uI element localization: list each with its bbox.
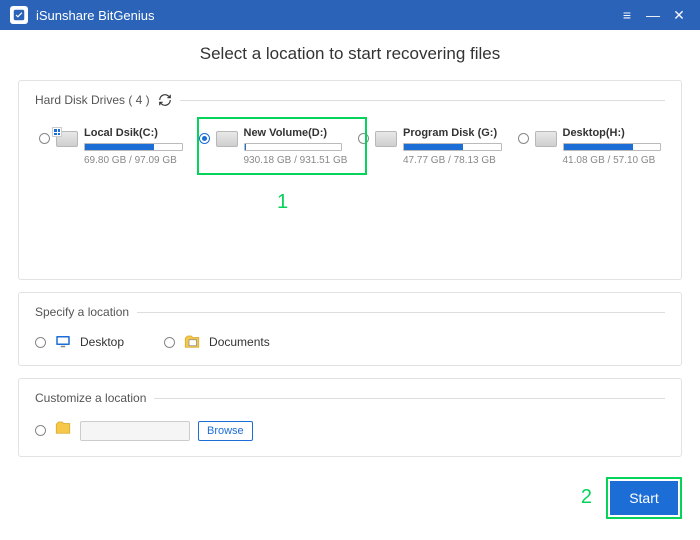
annotation-num-1: 1: [277, 191, 288, 214]
titlebar: iSunshare BitGenius ≡ — ✕: [0, 0, 700, 30]
drive-option[interactable]: Desktop(H:) 41.08 GB / 57.10 GB: [514, 121, 666, 172]
disk-icon: [56, 131, 78, 147]
app-title: iSunshare BitGenius: [36, 8, 155, 23]
disk-icon: [535, 131, 557, 147]
usage-bar: [84, 143, 183, 151]
drive-option[interactable]: Local Dsik(C:) 69.80 GB / 97.09 GB: [35, 121, 187, 172]
footer: 2 Start: [18, 469, 682, 515]
usage-bar: [244, 143, 343, 151]
drive-option[interactable]: New Volume(D:) 930.18 GB / 931.51 GB: [195, 121, 347, 172]
drives-panel: Hard Disk Drives ( 4 ) Local Dsik(C:) 69.…: [18, 80, 682, 280]
usage-bar: [563, 143, 662, 151]
drive-name: Program Disk (G:): [403, 127, 502, 139]
drive-name: Local Dsik(C:): [84, 127, 183, 139]
custom-path-input[interactable]: [80, 421, 190, 441]
desktop-icon: [54, 333, 72, 351]
browse-button[interactable]: Browse: [198, 421, 253, 441]
documents-label: Documents: [209, 335, 270, 349]
drives-label: Hard Disk Drives ( 4 ): [35, 93, 150, 107]
radio-icon: [35, 337, 46, 348]
customize-panel: Customize a location Browse: [18, 378, 682, 457]
radio-icon: [358, 133, 369, 144]
drive-size: 47.77 GB / 78.13 GB: [403, 155, 502, 166]
close-button[interactable]: ✕: [666, 0, 692, 30]
drive-name: New Volume(D:): [244, 127, 343, 139]
start-button[interactable]: Start: [610, 481, 678, 515]
disk-icon: [375, 131, 397, 147]
folder-icon: [54, 419, 72, 442]
specify-panel: Specify a location Desktop Documents: [18, 292, 682, 366]
drive-size: 930.18 GB / 931.51 GB: [244, 155, 343, 166]
disk-icon: [216, 131, 238, 147]
drive-name: Desktop(H:): [563, 127, 662, 139]
drive-size: 69.80 GB / 97.09 GB: [84, 155, 183, 166]
drive-size: 41.08 GB / 57.10 GB: [563, 155, 662, 166]
specify-label: Specify a location: [35, 305, 129, 319]
radio-icon[interactable]: [35, 425, 46, 436]
minimize-button[interactable]: —: [640, 0, 666, 30]
usage-bar: [403, 143, 502, 151]
radio-icon: [164, 337, 175, 348]
documents-icon: [183, 333, 201, 351]
drive-option[interactable]: Program Disk (G:) 47.77 GB / 78.13 GB: [354, 121, 506, 172]
desktop-option[interactable]: Desktop: [35, 333, 124, 351]
refresh-icon[interactable]: [158, 93, 172, 107]
radio-icon: [518, 133, 529, 144]
customize-label: Customize a location: [35, 391, 146, 405]
annotation-num-2: 2: [581, 486, 592, 509]
documents-option[interactable]: Documents: [164, 333, 270, 351]
app-logo-icon: [10, 6, 28, 24]
page-title: Select a location to start recovering fi…: [18, 44, 682, 64]
radio-icon: [199, 133, 210, 144]
radio-icon: [39, 133, 50, 144]
menu-button[interactable]: ≡: [614, 0, 640, 30]
desktop-label: Desktop: [80, 335, 124, 349]
